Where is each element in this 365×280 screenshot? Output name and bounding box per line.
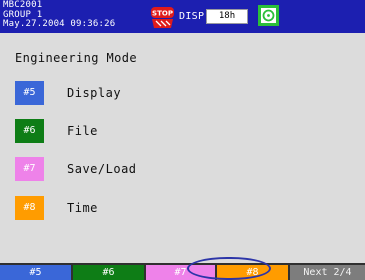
menu-key-6[interactable]: #6 <box>15 119 44 143</box>
disp-label: DISP <box>179 11 205 22</box>
menu-label-time: Time <box>67 201 98 215</box>
page-title: Engineering Mode <box>15 51 137 65</box>
screen: MBC2001 GROUP 1 May.27.2004 09:36:26 STO… <box>0 0 365 280</box>
menu-item-display[interactable]: #5 Display <box>15 81 215 105</box>
softkey-8[interactable]: #8 <box>217 265 288 280</box>
menu-item-save-load[interactable]: #7 Save/Load <box>15 157 215 181</box>
menu-key-8[interactable]: #8 <box>15 196 44 220</box>
softkey-6[interactable]: #6 <box>73 265 144 280</box>
softkey-5[interactable]: #5 <box>0 265 71 280</box>
stop-badge-icon: STOP <box>149 7 176 29</box>
menu-item-file[interactable]: #6 File <box>15 119 215 143</box>
menu-item-time[interactable]: #8 Time <box>15 196 215 220</box>
softkey-next[interactable]: Next 2/4 <box>290 265 365 280</box>
menu-key-7[interactable]: #7 <box>15 157 44 181</box>
date-time: May.27.2004 09:36:26 <box>3 19 116 29</box>
menu-label-display: Display <box>67 86 122 100</box>
menu-label-file: File <box>67 124 98 138</box>
menu-label-save-load: Save/Load <box>67 162 137 176</box>
media-card-icon <box>258 5 279 26</box>
status-bar: MBC2001 GROUP 1 May.27.2004 09:36:26 STO… <box>0 0 365 33</box>
softkey-7[interactable]: #7 <box>146 265 215 280</box>
softkey-bar: #5 #6 #7 #8 Next 2/4 <box>0 263 365 280</box>
stop-badge-text: STOP <box>152 10 173 18</box>
status-info: MBC2001 GROUP 1 May.27.2004 09:36:26 <box>3 0 116 30</box>
main-panel: Engineering Mode #5 Display #6 File #7 S… <box>0 33 365 263</box>
interval-display: 18h <box>206 9 248 24</box>
menu-key-5[interactable]: #5 <box>15 81 44 105</box>
